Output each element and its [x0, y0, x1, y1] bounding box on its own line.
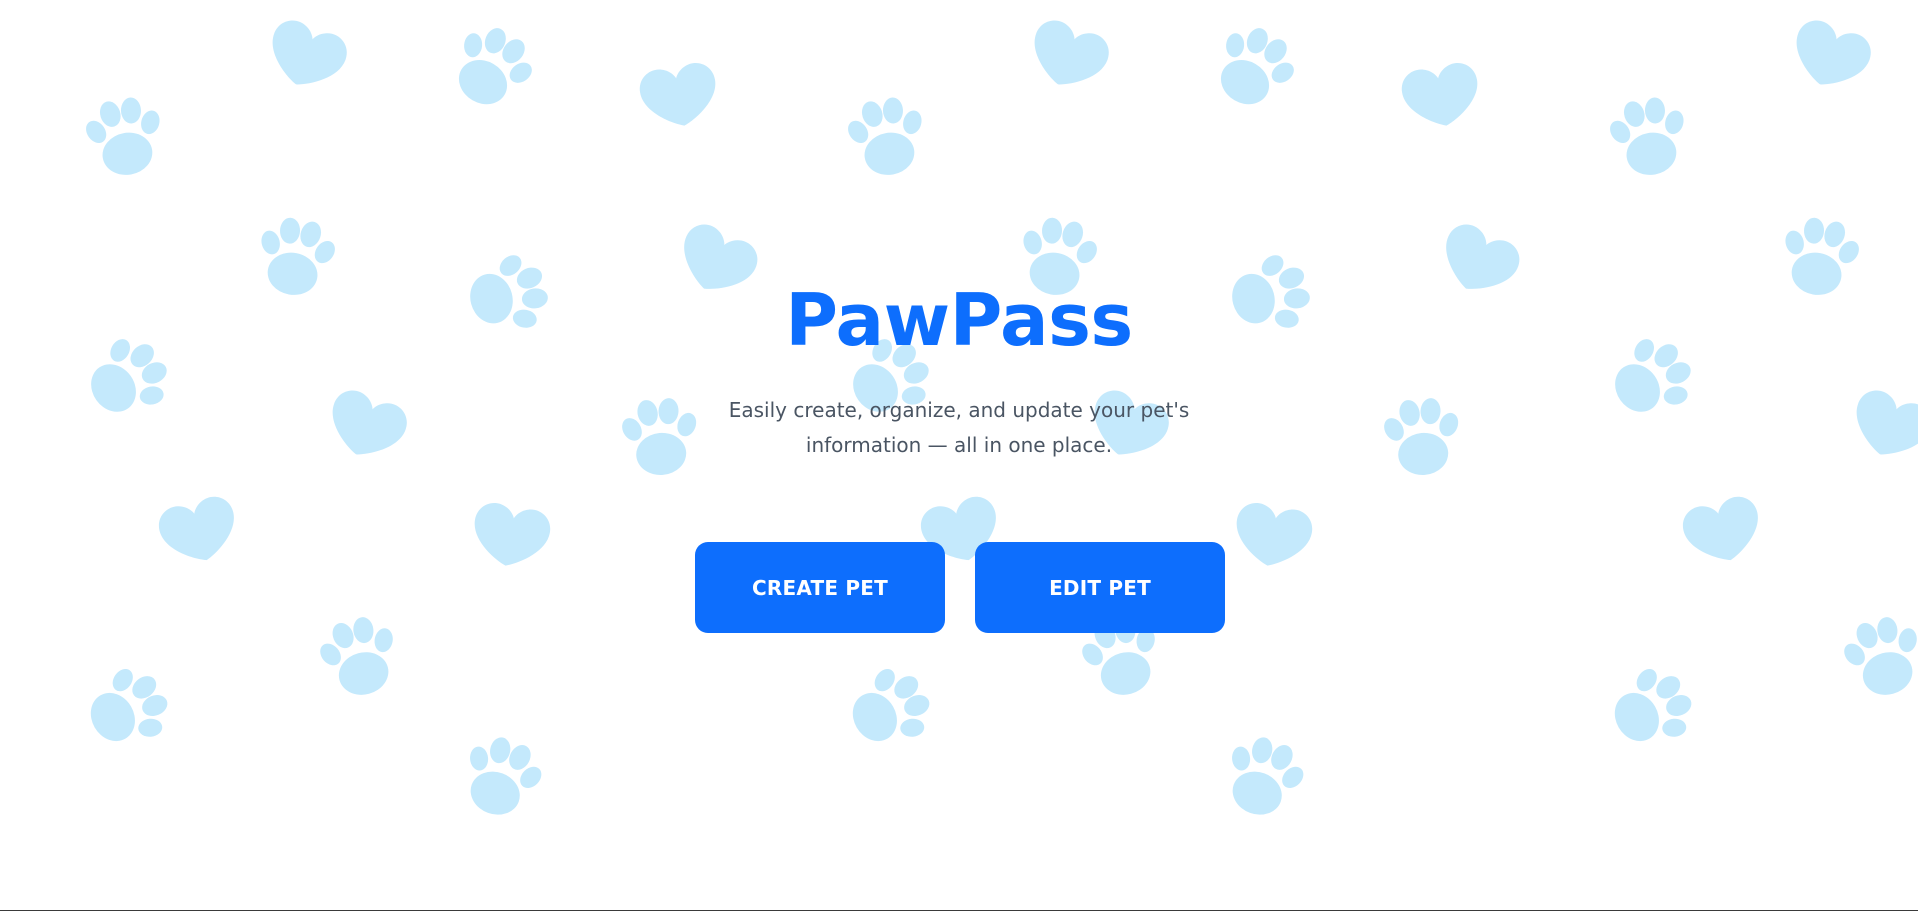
- create-pet-button[interactable]: CREATE PET: [695, 542, 945, 633]
- page-title: PawPass: [785, 278, 1133, 362]
- edit-pet-button[interactable]: EDIT PET: [975, 542, 1225, 633]
- tagline: Easily create, organize, and update your…: [728, 398, 1190, 457]
- hero-section: PawPass Easily create, organize, and upd…: [0, 0, 1918, 910]
